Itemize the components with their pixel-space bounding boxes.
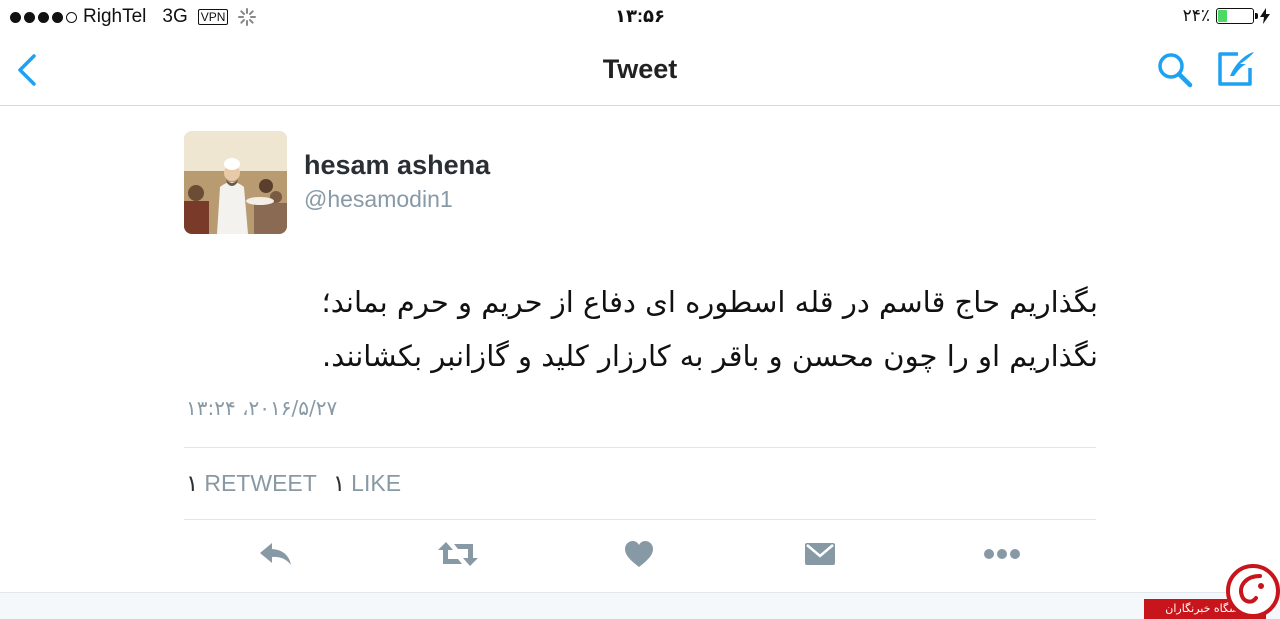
avatar[interactable]	[184, 131, 287, 234]
heart-icon	[625, 541, 653, 567]
compose-tweet-button[interactable]	[1216, 48, 1258, 90]
reply-button[interactable]	[254, 532, 298, 576]
navigation-bar: Tweet	[0, 34, 1280, 106]
search-icon	[1158, 53, 1193, 88]
retweet-label: RETWEET	[204, 470, 317, 496]
watermark-logo	[1226, 564, 1280, 618]
tweet-timestamp: ۱۳:۲۴ ،۲۰۱۶/۵/۲۷	[186, 396, 338, 420]
tweet-stats: ۱ RETWEET ۱ LIKE	[186, 470, 401, 497]
tweet-text-line: بگذاریم حاج قاسم در قله اسطوره ای دفاع ا…	[321, 285, 1098, 319]
tweet-actions	[0, 532, 1280, 582]
retweet-button[interactable]	[436, 532, 480, 576]
compose-tweet-icon	[1218, 52, 1254, 86]
reply-icon	[260, 543, 291, 565]
direct-message-button[interactable]	[798, 532, 842, 576]
like-label: LIKE	[351, 470, 402, 496]
bottom-band	[0, 592, 1280, 619]
status-bar: RighTel 3G VPN ۱۳:۵۶ ۲۴٪	[0, 0, 1280, 34]
retweet-icon	[438, 542, 478, 566]
more-icon	[984, 549, 1020, 559]
tweet-text: بگذاریم حاج قاسم در قله اسطوره ای دفاع ا…	[184, 275, 1098, 383]
battery-percent: ۲۴٪	[1182, 6, 1210, 26]
avatar-photo	[184, 131, 287, 234]
like-button[interactable]	[617, 532, 661, 576]
divider	[184, 519, 1096, 520]
status-time: ۱۳:۵۶	[615, 6, 665, 26]
divider	[184, 447, 1096, 448]
like-count: ۱	[332, 471, 346, 497]
retweet-count: ۱	[186, 471, 199, 497]
battery-icon	[1216, 8, 1258, 24]
charging-bolt-icon	[1260, 8, 1270, 24]
direct-message-icon	[805, 543, 835, 565]
status-right: ۲۴٪	[1183, 6, 1270, 26]
more-button[interactable]	[980, 532, 1024, 576]
retweet-count-link[interactable]: ۱ RETWEET	[186, 470, 317, 497]
page-title: Tweet	[602, 54, 678, 84]
author-handle[interactable]: @hesamodin1	[304, 186, 453, 213]
author-name[interactable]: hesam ashena	[304, 150, 490, 181]
tweet-text-line: نگذاریم او را چون محسن و باقر به کارزار …	[322, 339, 1098, 373]
search-button[interactable]	[1155, 50, 1195, 90]
like-count-link[interactable]: ۱ LIKE	[333, 470, 401, 497]
